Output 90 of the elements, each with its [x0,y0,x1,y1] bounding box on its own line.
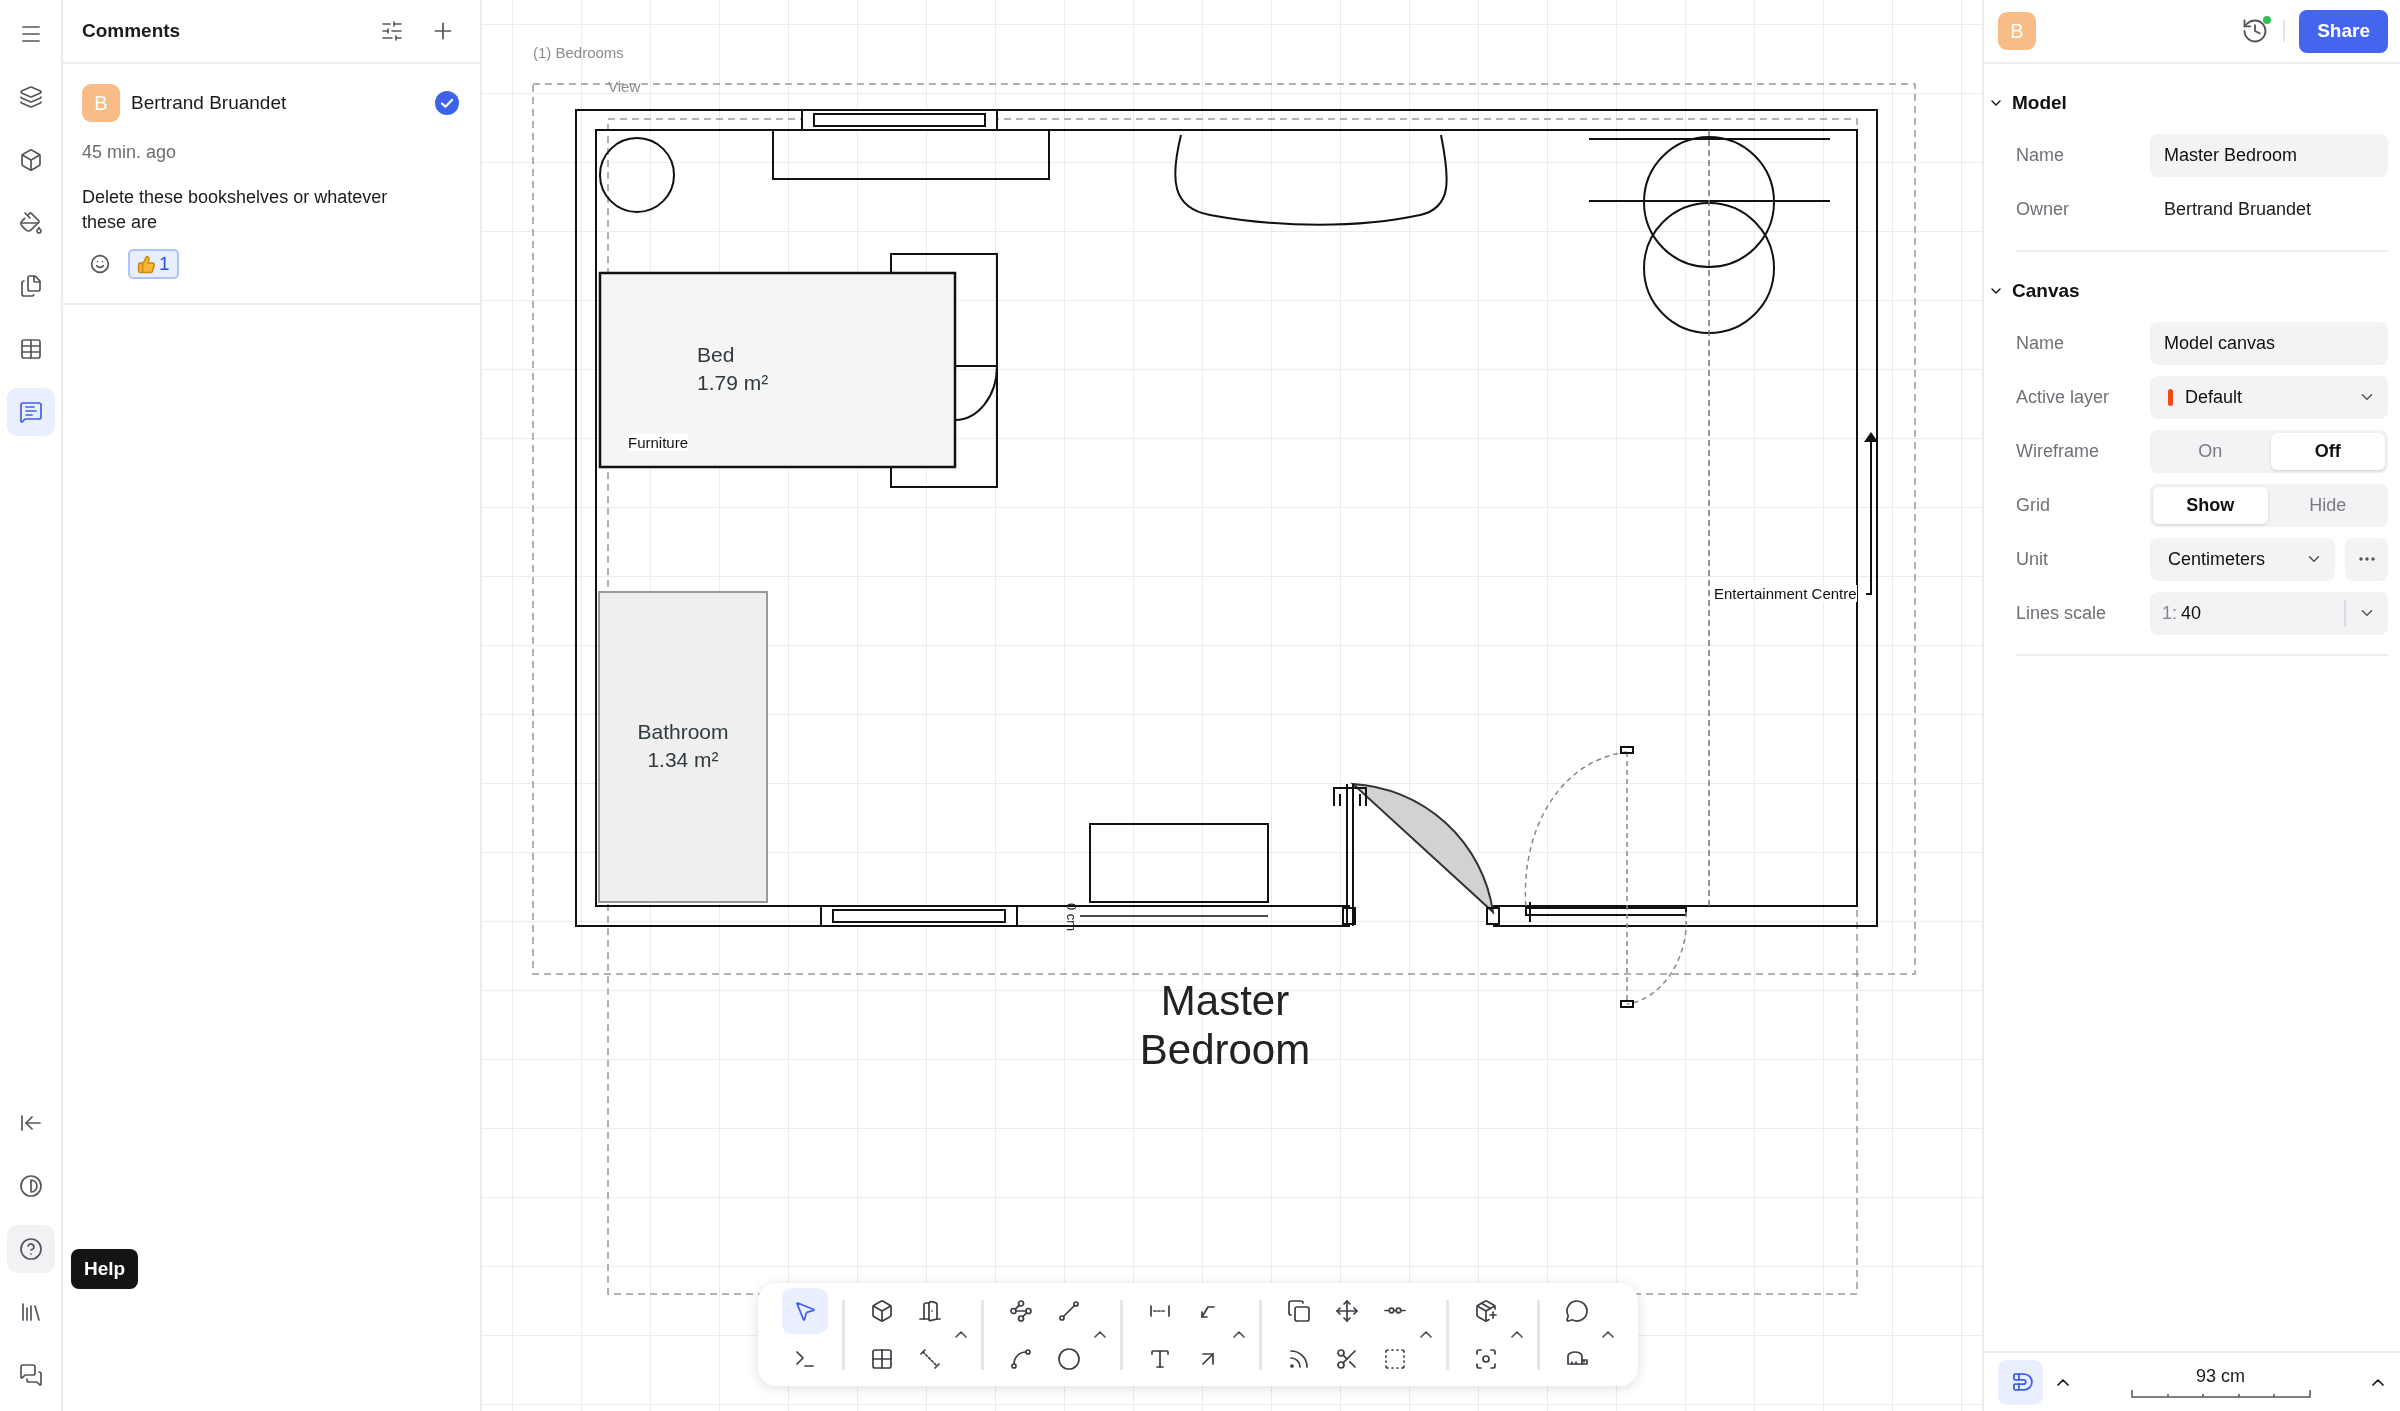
measure-line-icon [918,1346,942,1371]
section-header[interactable]: Model [1988,78,2067,128]
focus-icon [1474,1346,1498,1371]
field-label: Name [2016,332,2065,354]
field-label: Owner [2016,198,2070,220]
more-icon [2358,557,2375,561]
sliders-icon [380,19,404,43]
reaction-chip[interactable]: 1 [128,249,179,279]
expand-button[interactable] [955,1331,967,1338]
comment-time: 45 min. ago [82,142,178,163]
table-icon [18,337,43,361]
pages-icon [18,274,43,298]
curve-icon [1009,1346,1033,1371]
user-avatar: B [82,84,120,122]
door-icon [918,1298,942,1323]
expand-button[interactable] [1233,1331,1245,1338]
object-tag: Entertainment Centre [1714,585,1857,603]
dimension-label: 0 cm [1063,903,1078,932]
owner-name: Bertrand Bruandet [2163,198,2313,220]
scale-prefix: 1: [2162,602,2177,624]
thumbs-up-icon [137,254,156,274]
object-tag: Furniture [628,434,689,452]
help-button[interactable] [6,1225,55,1273]
name-field[interactable]: Master Bedroom [2150,133,2388,177]
panel-title: Comments [82,20,182,42]
tool-button[interactable] [782,1287,828,1334]
segment-option[interactable]: Show [2153,486,2268,524]
expand-button[interactable] [1420,1331,1432,1338]
room-title: Master Bedroom [1138,976,1312,1074]
room-name: Bed [697,343,735,368]
chat-button[interactable] [6,388,55,436]
room-area: 1.79 m² [697,371,769,396]
cuboid-icon [870,1298,894,1323]
scale-field[interactable]: 1: 40 [2150,591,2388,635]
copy-icon [1287,1298,1311,1323]
field-label: Active layer [2016,386,2111,408]
dashed-square-icon [1383,1346,1407,1371]
caret-icon [955,1331,967,1338]
scale-value: 40 [2181,602,2203,624]
scale-reading: 93 cm [2196,1366,2245,1387]
caret-icon[interactable] [2372,1378,2384,1386]
share-button[interactable]: Share [2299,9,2388,53]
cube-plus-icon [1474,1298,1498,1323]
contrast-icon [18,1174,43,1198]
name-field[interactable]: Model canvas [2150,321,2388,365]
chat-bubbles-icon [18,1363,43,1387]
segment-option[interactable]: Off [2270,432,2385,470]
caret-icon [1233,1331,1245,1338]
comment-text: Delete these bookshelves or whatever these are [82,186,389,234]
caret-icon[interactable] [2057,1378,2069,1386]
field-label: Lines scale [2016,602,2108,624]
chat-icon [18,400,43,424]
field-label: Name [2016,144,2065,166]
snap-button[interactable] [1998,1359,2043,1405]
field-label: Wireframe [2016,440,2100,462]
help-icon [18,1237,43,1261]
view-name: (1) Bedrooms [533,44,624,62]
tile-icon [870,1346,894,1371]
author-name: Bertrand Bruandet [131,92,288,114]
room-name: Bathroom [637,720,729,745]
layers-icon [18,85,43,109]
field-label: Grid [2016,494,2051,516]
caret-icon [1094,1331,1106,1338]
comment-icon [1565,1298,1589,1323]
expand-button[interactable] [1094,1331,1106,1338]
line-icon [1057,1298,1081,1323]
caret-icon [1420,1331,1432,1338]
layer-dropdown[interactable]: Default [2150,375,2388,419]
smiley-icon [90,254,110,274]
resolved-check-icon[interactable] [434,90,460,116]
field-label: Unit [2016,548,2049,570]
expand-button[interactable] [1511,1331,1523,1338]
room-area: 1.34 m² [647,748,719,773]
section-header[interactable]: Canvas [1988,266,2080,316]
unit-dropdown[interactable]: Centimeters [2150,537,2335,581]
segment-option[interactable]: Hide [2270,486,2385,524]
nodes-icon [1009,1298,1033,1323]
scale-ruler-icon [2130,1390,2311,1398]
circle-icon [1057,1346,1081,1371]
caret-icon [1511,1331,1523,1338]
split-nodes-icon [1384,1307,1406,1314]
move-icon [1335,1298,1359,1323]
scissors-icon [1335,1346,1359,1371]
segment-option[interactable]: On [2153,432,2268,470]
help-tooltip: Help [71,1249,139,1289]
expand-button[interactable] [1602,1331,1614,1338]
frame-label: View [608,78,641,96]
cube-icon [18,148,43,172]
paint-bucket-icon [18,211,43,235]
caret-icon [1602,1331,1614,1338]
